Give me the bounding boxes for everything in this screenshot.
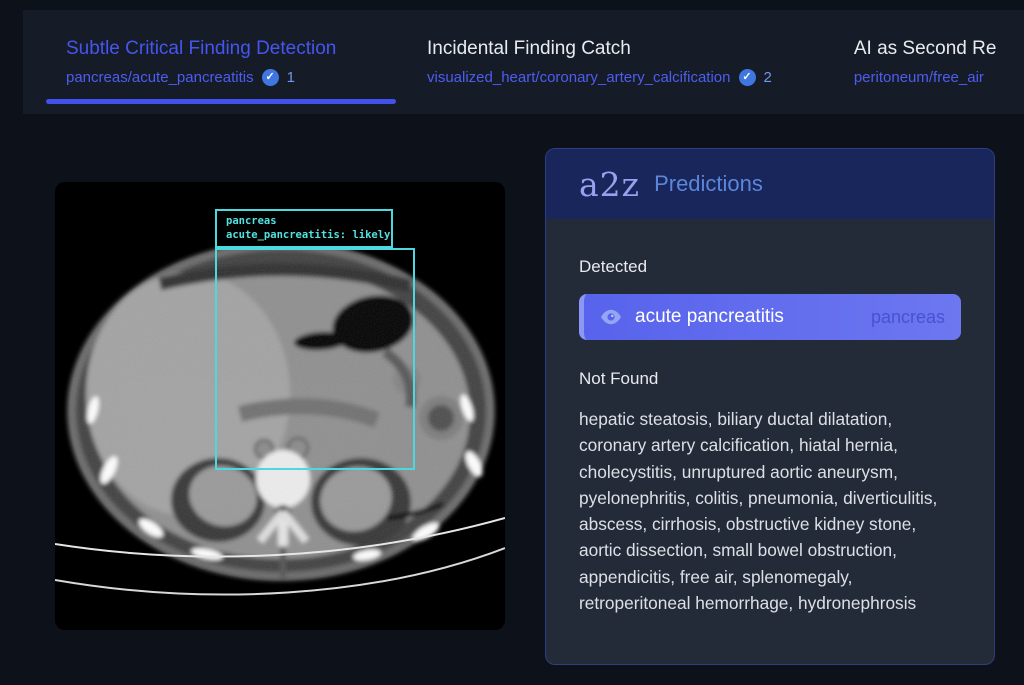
- detection-name: acute pancreatitis: [635, 306, 784, 328]
- detection-organ-tag: pancreas: [871, 307, 945, 328]
- not-found-list: hepatic steatosis, biliary ductal dilata…: [579, 406, 963, 616]
- detection-item-acute-pancreatitis[interactable]: acute pancreatitis pancreas: [579, 294, 961, 340]
- tab-title: AI as Second Re: [854, 36, 997, 62]
- tab-ai-as-second-reader[interactable]: AI as Second Re peritoneum/free_air: [834, 10, 1017, 114]
- tab-subtitle: visualized_heart/coronary_artery_calcifi…: [427, 69, 731, 86]
- tab-count: 1: [287, 69, 295, 86]
- check-badge-icon: [262, 69, 279, 86]
- tab-subtitle-row: visualized_heart/coronary_artery_calcifi…: [427, 69, 772, 86]
- eye-icon: [600, 309, 622, 325]
- check-badge-icon: [739, 69, 756, 86]
- tab-title: Subtle Critical Finding Detection: [66, 36, 376, 62]
- predictions-panel-body: Detected acute pancreatitis pancreas Not…: [546, 219, 994, 616]
- finding-bounding-box: [215, 248, 415, 470]
- active-tab-indicator: [46, 99, 396, 104]
- panel-title: Predictions: [654, 171, 763, 197]
- predictions-panel: a2z Predictions Detected acute pancreati…: [545, 148, 995, 665]
- finding-label-text: acute_pancreatitis: likely: [226, 229, 385, 243]
- not-found-section-label: Not Found: [579, 369, 961, 389]
- tab-count: 2: [764, 69, 772, 86]
- predictions-panel-header: a2z Predictions: [546, 149, 994, 219]
- finding-label-organ: pancreas: [226, 215, 385, 229]
- tab-subtitle-row: peritoneum/free_air: [854, 69, 997, 86]
- finding-label: pancreas acute_pancreatitis: likely: [215, 209, 393, 248]
- a2z-logo: a2z: [579, 168, 640, 201]
- tab-subtitle: pancreas/acute_pancreatitis: [66, 69, 254, 86]
- detected-section-label: Detected: [579, 257, 961, 277]
- tab-title: Incidental Finding Catch: [427, 36, 772, 62]
- ct-scan-image: pancreas acute_pancreatitis: likely: [55, 182, 505, 630]
- tab-subtitle: peritoneum/free_air: [854, 69, 984, 86]
- tab-bar: Subtle Critical Finding Detection pancre…: [23, 10, 1024, 114]
- tab-incidental-finding-catch[interactable]: Incidental Finding Catch visualized_hear…: [407, 10, 792, 114]
- tab-subtitle-row: pancreas/acute_pancreatitis 1: [66, 69, 376, 86]
- tab-subtle-critical-finding-detection[interactable]: Subtle Critical Finding Detection pancre…: [46, 10, 396, 114]
